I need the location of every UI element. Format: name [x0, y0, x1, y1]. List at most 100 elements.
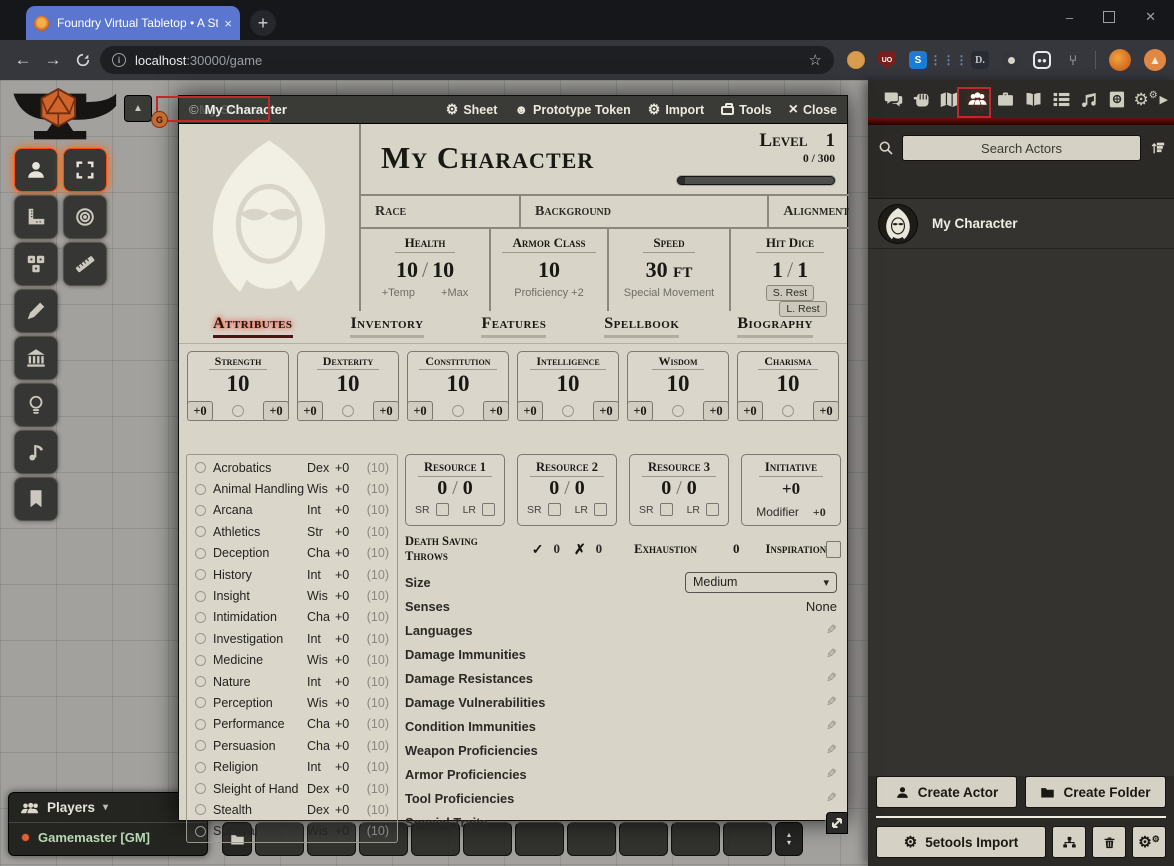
initiative-label[interactable]: Initiative — [759, 460, 823, 477]
ability-name[interactable]: Dexterity — [317, 353, 379, 370]
ac-value[interactable]: 10 — [491, 257, 607, 283]
tab-tables[interactable] — [1048, 84, 1076, 114]
profile-avatar[interactable] — [1109, 49, 1131, 71]
long-rest-checkbox[interactable] — [482, 503, 495, 516]
sheet-tab[interactable]: Spellbook — [604, 315, 679, 343]
trait-edit-icon[interactable] — [826, 766, 837, 782]
skill-proficiency-radio[interactable] — [195, 569, 206, 580]
skill-proficiency-radio[interactable] — [195, 697, 206, 708]
resource-value[interactable]: 0/0 — [630, 477, 728, 499]
5etools-import-button[interactable]: ⚙ 5etools Import — [876, 826, 1046, 858]
skill-row[interactable]: Intimidation Cha +0 (10) — [187, 607, 397, 628]
skill-row[interactable]: Performance Cha +0 (10) — [187, 714, 397, 735]
select-tokens-button[interactable] — [63, 148, 107, 192]
skill-row[interactable]: Persuasion Cha +0 (10) — [187, 735, 397, 756]
save-proficiency-radio[interactable] — [672, 405, 684, 417]
forward-icon[interactable]: → — [38, 50, 68, 70]
skill-row[interactable]: Acrobatics Dex +0 (10) — [187, 457, 397, 478]
skill-proficiency-radio[interactable] — [195, 804, 206, 815]
save-proficiency-radio[interactable] — [232, 405, 244, 417]
skill-proficiency-radio[interactable] — [195, 676, 206, 687]
short-rest-checkbox[interactable] — [660, 503, 673, 516]
tab-items[interactable] — [992, 84, 1020, 114]
skill-proficiency-radio[interactable] — [195, 548, 206, 559]
browser-tab[interactable]: Foundry Virtual Tabletop • A Stan × — [26, 6, 240, 40]
short-rest-checkbox[interactable] — [436, 503, 449, 516]
detail-field[interactable]: Alignment — [767, 196, 849, 227]
ability-score[interactable]: 10 — [188, 372, 288, 395]
window-resize-handle[interactable] — [826, 812, 848, 834]
skill-row[interactable]: Religion Int +0 (10) — [187, 756, 397, 777]
sheet-window-header[interactable]: My Scene © My Character Sheet Prototype … — [179, 96, 847, 124]
container-box-icon[interactable]: ●● — [1033, 51, 1051, 69]
session-extension-icon[interactable]: S — [909, 51, 927, 69]
sheet-window-button[interactable]: Tools — [721, 103, 771, 117]
window-maximize-icon[interactable] — [1103, 11, 1115, 23]
player-entry[interactable]: Gamemaster [GM] — [9, 823, 207, 852]
tab-settings[interactable]: ⚙⚙ — [1132, 84, 1160, 114]
skill-proficiency-radio[interactable] — [195, 591, 206, 602]
trait-edit-icon[interactable] — [826, 694, 837, 710]
sheet-window-button[interactable]: Sheet — [446, 101, 498, 118]
xp-text[interactable]: 0 / 300 — [759, 153, 835, 165]
hit-dice-value[interactable]: 1/1 — [731, 257, 849, 283]
skill-proficiency-radio[interactable] — [195, 505, 206, 516]
character-name-field[interactable]: My Character — [381, 140, 594, 176]
skill-proficiency-radio[interactable] — [195, 826, 206, 837]
sheet-window-button[interactable]: Close — [789, 101, 837, 119]
tab-close-icon[interactable]: × — [224, 16, 232, 31]
skill-row[interactable]: Survival Wis +0 (10) — [187, 821, 397, 842]
notes-controls-button[interactable] — [14, 477, 58, 521]
save-proficiency-radio[interactable] — [782, 405, 794, 417]
target-template-button[interactable] — [63, 195, 107, 239]
sheet-tab[interactable]: Inventory — [350, 315, 423, 343]
skill-proficiency-radio[interactable] — [195, 655, 206, 666]
back-icon[interactable]: ← — [8, 50, 38, 70]
ruler-tool-button[interactable] — [63, 242, 107, 286]
resource-value[interactable]: 0/0 — [518, 477, 616, 499]
speed-sub[interactable]: Special Movement — [609, 287, 729, 299]
save-proficiency-radio[interactable] — [452, 405, 464, 417]
wall-controls-button[interactable] — [14, 336, 58, 380]
inspiration-checkbox[interactable] — [826, 541, 841, 558]
trait-edit-icon[interactable] — [826, 670, 837, 686]
skill-row[interactable]: History Int +0 (10) — [187, 564, 397, 585]
tile-controls-button[interactable] — [14, 242, 58, 286]
sheet-tab[interactable]: Features — [481, 315, 546, 343]
lighting-controls-button[interactable] — [14, 383, 58, 427]
tab-playlists[interactable] — [1076, 84, 1104, 114]
token-controls-button[interactable] — [14, 148, 58, 192]
skill-proficiency-radio[interactable] — [195, 462, 206, 473]
bookmark-star-icon[interactable]: ☆ — [809, 51, 822, 69]
save-proficiency-radio[interactable] — [342, 405, 354, 417]
skill-proficiency-radio[interactable] — [195, 719, 206, 730]
death-failure-count[interactable]: 0 — [596, 541, 603, 557]
ability-name[interactable]: Strength — [209, 353, 268, 370]
cookie-extension-icon[interactable] — [847, 51, 865, 69]
folder-tree-button[interactable] — [1052, 826, 1086, 858]
trait-edit-icon[interactable] — [826, 718, 837, 734]
skill-row[interactable]: Sleight of Hand Dex +0 (10) — [187, 778, 397, 799]
skill-row[interactable]: Insight Wis +0 (10) — [187, 585, 397, 606]
trait-edit-icon[interactable] — [826, 646, 837, 662]
detail-field[interactable]: Race — [361, 196, 519, 227]
create-actor-button[interactable]: Create Actor — [876, 776, 1017, 808]
reload-icon[interactable] — [68, 52, 98, 68]
skill-row[interactable]: Animal Handling Wis +0 (10) — [187, 478, 397, 499]
actor-row[interactable]: My Character — [868, 199, 1174, 249]
ability-name[interactable]: Wisdom — [652, 353, 703, 370]
resource-label[interactable]: Resource 1 — [418, 460, 492, 477]
trait-edit-icon[interactable] — [826, 742, 837, 758]
ublock-shield-icon[interactable]: UO — [878, 51, 896, 69]
tab-chat[interactable] — [880, 84, 908, 114]
death-success-icon[interactable]: ✓ — [532, 541, 544, 558]
update-button[interactable]: ▲ — [1144, 49, 1166, 71]
ability-score[interactable]: 10 — [738, 372, 838, 395]
address-bar[interactable]: i localhost :30000/game ☆ — [100, 46, 834, 74]
initiative-value[interactable]: +0 — [742, 480, 840, 499]
drawing-tools-button[interactable] — [14, 289, 58, 333]
delete-button[interactable] — [1092, 826, 1126, 858]
trait-value[interactable]: Medium — [685, 572, 837, 593]
skill-row[interactable]: Stealth Dex +0 (10) — [187, 799, 397, 820]
ability-name[interactable]: Constitution — [419, 353, 496, 370]
